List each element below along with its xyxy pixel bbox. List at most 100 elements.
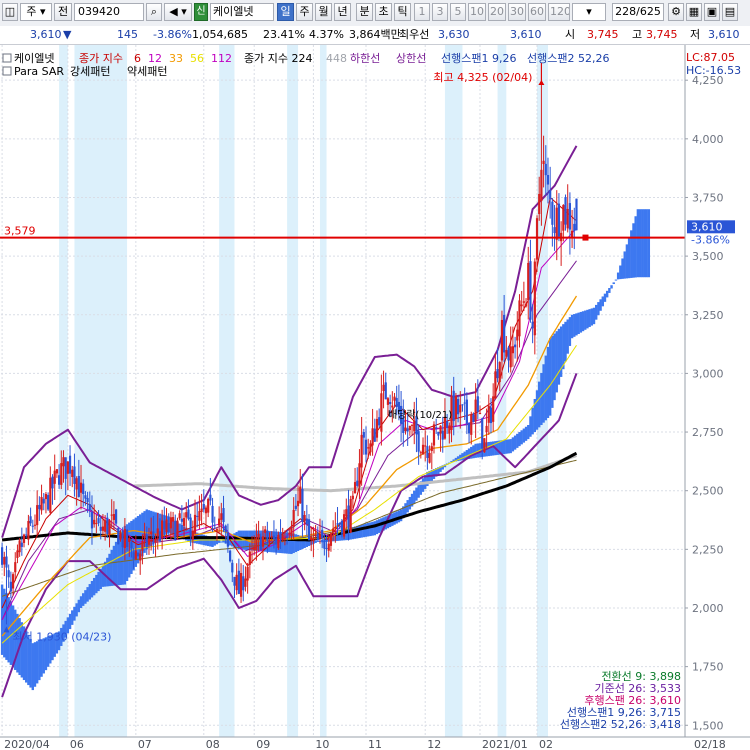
grid-icon[interactable]: ▦ (686, 3, 702, 21)
ichimoku-cloud-slice (178, 523, 181, 538)
candle-body (522, 301, 525, 303)
candle-body (371, 428, 374, 446)
candle-body (71, 469, 74, 478)
candle-body (290, 527, 293, 536)
candle-body (248, 551, 251, 565)
ichimoku-cloud-slice (509, 439, 512, 454)
ichimoku-cloud-slice (570, 314, 574, 339)
candle-body (204, 507, 208, 514)
ichimoku-cloud-slice (31, 643, 34, 691)
ichimoku-cloud-slice (505, 439, 508, 454)
candle-body (461, 404, 464, 406)
candle-body (182, 518, 186, 526)
interval-input[interactable]: ▾ (572, 3, 606, 21)
mode-button[interactable]: 전 (54, 3, 72, 21)
candle-body (73, 466, 76, 484)
candle-body (378, 417, 381, 426)
candle-body (292, 509, 295, 528)
y-axis-panel (685, 45, 750, 750)
candle-body (53, 470, 56, 484)
ichimoku-cloud-slice (112, 545, 116, 586)
candle-body (270, 536, 273, 538)
legend-lower-band-label: 하한선 (350, 51, 380, 65)
current-price: 3,610 (30, 28, 62, 41)
gear-icon[interactable]: ⚙ (668, 3, 684, 21)
max-point-label: 최고 4,325 (02/04) (433, 71, 532, 84)
ichimoku-cloud-slice (408, 496, 412, 510)
period-day[interactable]: 일 (277, 3, 294, 21)
market-select[interactable]: 주 ▾ (20, 3, 52, 21)
last-price-label: 3,610 (691, 220, 723, 233)
candle-body (62, 457, 65, 467)
legend-upper-band-label: 상한선 (396, 52, 426, 65)
period-tick[interactable]: 틱 (394, 3, 411, 21)
candle-body (454, 395, 458, 419)
candle-body (77, 475, 80, 497)
candle-body (391, 405, 394, 408)
stock-code-field[interactable]: 039420 (74, 3, 144, 21)
interval-1[interactable]: 1 (414, 3, 430, 21)
ichimoku-cloud-slice (353, 526, 357, 539)
candle-body (255, 537, 258, 551)
legend-title: 케이엘넷 (14, 52, 54, 65)
ichimoku-cloud-slice (79, 596, 83, 608)
candle-body (47, 495, 50, 510)
search-icon[interactable]: ⌕ (146, 3, 162, 21)
candle-body (369, 443, 372, 453)
candle-body (542, 160, 545, 164)
ichimoku-cloud-slice (82, 593, 85, 606)
period-week[interactable]: 주 (296, 3, 313, 21)
candle-body (246, 566, 249, 581)
quote-bar: 3,610 ▼ 145 -3.86% 1,054,685 23.41% 4.37… (0, 26, 750, 45)
period-second[interactable]: 초 (375, 3, 392, 21)
ichimoku-cloud-slice (367, 522, 370, 537)
candle-body (327, 543, 330, 551)
candle-body (51, 476, 54, 489)
print-icon[interactable]: ▤ (722, 3, 738, 21)
candle-body (358, 463, 361, 488)
ichimoku-cloud-slice (553, 333, 556, 401)
candle-body (222, 508, 225, 522)
ichimoku-cloud-slice (358, 525, 361, 539)
candle-body (224, 525, 227, 532)
candle-body (513, 344, 517, 348)
interval-10[interactable]: 10 (468, 3, 486, 21)
period-year[interactable]: 년 (334, 3, 351, 21)
candle-body (5, 556, 8, 568)
candle-body (82, 483, 85, 495)
candle-body (233, 576, 236, 586)
price-chart[interactable]: 3,579 최고 4,325 (02/04) 최저 1,930 (04/23) 배당락… (0, 45, 750, 750)
candle-body (176, 520, 179, 537)
ichimoku-cloud-slice (584, 310, 587, 330)
ichimoku-cloud-slice (520, 430, 523, 445)
candle-body (226, 532, 230, 547)
window-menu-icon[interactable]: ◫ (2, 3, 18, 21)
ichimoku-cloud-slice (590, 308, 594, 326)
candle-body (200, 508, 203, 512)
candle-body (277, 534, 280, 549)
interval-60[interactable]: 60 (528, 3, 546, 21)
y-tick-label: 4,000 (692, 133, 724, 146)
interval-20[interactable]: 20 (488, 3, 506, 21)
interval-3[interactable]: 3 (432, 3, 448, 21)
interval-30[interactable]: 30 (508, 3, 526, 21)
candle-body (294, 505, 297, 509)
legend-ma448-label: 448 (326, 52, 347, 65)
interval-120[interactable]: 120 (548, 3, 570, 21)
candle-body (353, 482, 357, 494)
candle-body (329, 533, 333, 546)
ichimoku-cloud-slice (616, 272, 620, 280)
sound-icon[interactable]: ◀ ▾ (164, 3, 192, 21)
candle-body (202, 504, 205, 510)
candle-body (130, 542, 133, 548)
candle-body (564, 197, 567, 225)
save-icon[interactable]: ▣ (704, 3, 720, 21)
legend-ma-period: 12 (148, 52, 162, 65)
period-minute[interactable]: 분 (356, 3, 373, 21)
ichimoku-cloud-slice (84, 590, 87, 604)
interval-5[interactable]: 5 (450, 3, 466, 21)
candle-body (524, 303, 528, 307)
ichimoku-cloud-slice (314, 540, 317, 543)
ichimoku-cloud-slice (95, 574, 98, 594)
period-month[interactable]: 월 (315, 3, 332, 21)
